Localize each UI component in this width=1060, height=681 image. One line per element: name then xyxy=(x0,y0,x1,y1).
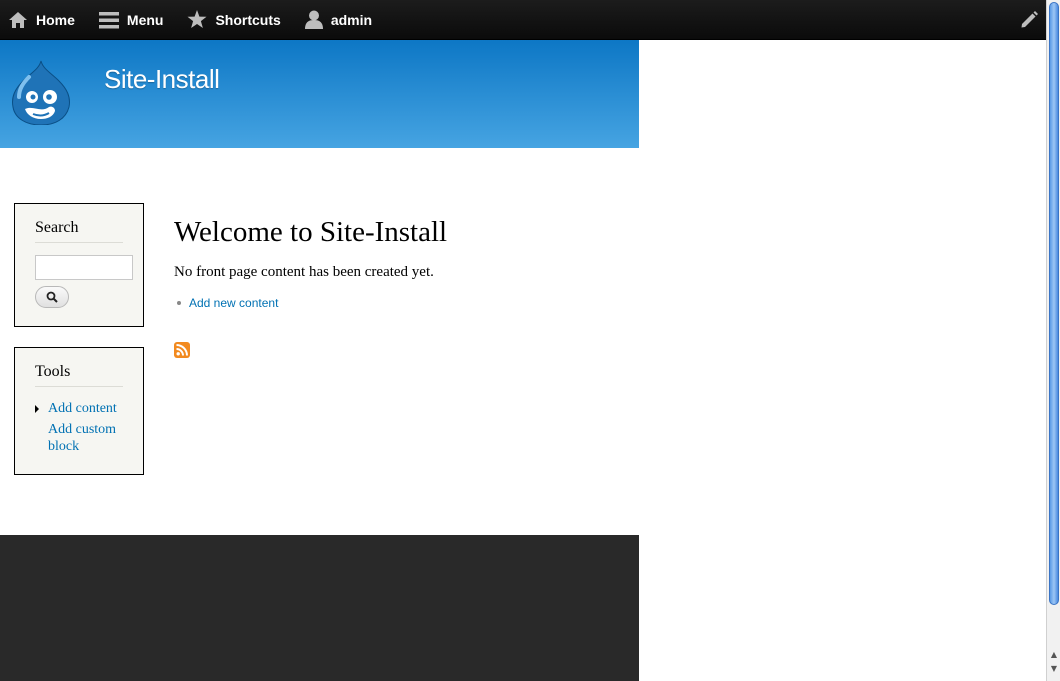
toolbar-user-label: admin xyxy=(330,11,373,28)
site-header: Site-Install xyxy=(0,40,639,148)
rss-feed-icon xyxy=(174,342,190,358)
site-name[interactable]: Site-Install xyxy=(104,64,220,95)
main-action-list: Add new content xyxy=(177,296,278,310)
toolbar-shortcuts[interactable]: Shortcuts xyxy=(187,0,281,40)
drupal-logo xyxy=(12,60,70,126)
toolbar-home[interactable]: Home xyxy=(8,0,75,40)
site-logo[interactable] xyxy=(11,59,71,130)
tools-block-title: Tools xyxy=(35,363,123,387)
add-content-link[interactable]: Add content xyxy=(48,400,128,417)
vertical-scrollbar[interactable]: ▲ ▼ xyxy=(1046,0,1060,681)
pencil-icon xyxy=(1021,11,1038,28)
toolbar-user[interactable]: admin xyxy=(304,0,373,40)
menu-icon xyxy=(98,11,119,28)
search-block: Search xyxy=(14,203,144,327)
search-button[interactable] xyxy=(35,286,69,308)
arrow-bullet-icon xyxy=(35,405,39,413)
scroll-up-arrow-icon[interactable]: ▲ xyxy=(1049,650,1059,660)
empty-front-message: No front page content has been created y… xyxy=(174,264,434,280)
list-item: Add custom block xyxy=(35,421,128,455)
list-item: Add content xyxy=(35,400,128,417)
bullet-icon xyxy=(177,301,181,305)
admin-toolbar: Home Menu Shortcuts admin xyxy=(0,0,1046,40)
search-input[interactable] xyxy=(35,255,133,280)
edit-toggle[interactable] xyxy=(1020,11,1038,34)
toolbar-home-label: Home xyxy=(36,11,75,28)
home-icon xyxy=(9,11,27,28)
toolbar-menu-label: Menu xyxy=(126,11,164,28)
scroll-down-arrow-icon[interactable]: ▼ xyxy=(1049,664,1059,674)
star-icon xyxy=(187,10,207,28)
toolbar-shortcuts-label: Shortcuts xyxy=(215,11,281,28)
search-block-title: Search xyxy=(35,219,123,243)
tools-list: Add content Add custom block xyxy=(35,400,128,459)
scrollbar-thumb[interactable] xyxy=(1049,2,1059,605)
tools-block: Tools Add content Add custom block xyxy=(14,347,144,475)
search-icon xyxy=(46,291,58,303)
add-new-content-link[interactable]: Add new content xyxy=(189,296,278,310)
rss-feed-link[interactable] xyxy=(174,342,190,363)
add-custom-block-link[interactable]: Add custom block xyxy=(48,421,128,455)
user-icon xyxy=(304,10,323,29)
page-title: Welcome to Site-Install xyxy=(174,216,448,248)
site-footer xyxy=(0,535,639,681)
toolbar-menu[interactable]: Menu xyxy=(98,0,164,40)
